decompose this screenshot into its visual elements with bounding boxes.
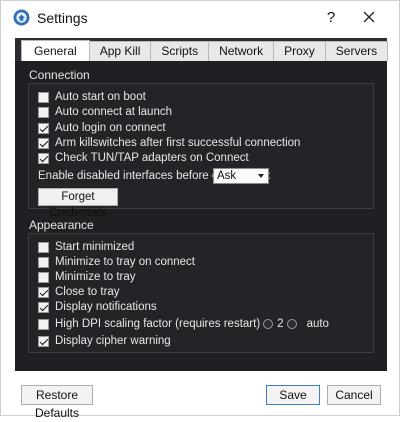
help-button[interactable]: ? <box>319 5 343 31</box>
tab-proxy[interactable]: Proxy <box>273 41 326 61</box>
display-notifications-label: Display notifications <box>55 301 157 313</box>
dpi-option-2-label: 2 <box>277 318 284 330</box>
minimize-tray-connect-checkbox[interactable] <box>38 256 49 268</box>
option-auto-connect[interactable]: Auto connect at launch <box>38 105 172 119</box>
forget-credentials-button[interactable]: Forget Credentials <box>38 188 118 219</box>
option-high-dpi[interactable]: High DPI scaling factor (requires restar… <box>38 317 329 331</box>
app-logo-icon <box>13 9 30 26</box>
start-minimized-checkbox[interactable] <box>38 241 49 253</box>
check-tun-tap-checkbox[interactable] <box>38 152 49 164</box>
settings-window: Settings ? General App Kill Scripts Netw… <box>0 0 400 420</box>
close-to-tray-label: Close to tray <box>55 286 120 298</box>
arm-killswitches-checkbox[interactable] <box>38 137 49 149</box>
dpi-option-auto-label: auto <box>306 318 329 330</box>
close-icon <box>363 11 375 23</box>
option-arm-killswitches[interactable]: Arm killswitches after first successful … <box>38 136 300 150</box>
high-dpi-checkbox[interactable] <box>38 318 49 330</box>
title-bar: Settings ? <box>1 1 399 35</box>
minimize-tray-connect-label: Minimize to tray on connect <box>55 256 195 268</box>
cipher-warning-label: Display cipher warning <box>55 335 171 347</box>
cancel-button[interactable]: Cancel <box>327 385 381 405</box>
display-notifications-checkbox[interactable] <box>38 301 49 313</box>
dpi-radio-auto[interactable] <box>286 319 297 329</box>
dpi-radio-2[interactable] <box>263 319 274 329</box>
chevron-down-icon <box>258 174 264 178</box>
option-display-notifications[interactable]: Display notifications <box>38 300 157 314</box>
minimize-tray-checkbox[interactable] <box>38 271 49 283</box>
interfaces-select[interactable]: Ask <box>213 168 269 184</box>
close-button[interactable] <box>355 5 383 31</box>
tab-scripts[interactable]: Scripts <box>150 41 210 61</box>
option-close-to-tray[interactable]: Close to tray <box>38 285 120 299</box>
tab-general[interactable]: General <box>21 40 90 61</box>
check-tun-tap-label: Check TUN/TAP adapters on Connect <box>55 152 249 164</box>
tab-bar: General App Kill Scripts Network Proxy S… <box>21 40 389 61</box>
auto-login-label: Auto login on connect <box>55 122 166 134</box>
option-minimize-tray-connect[interactable]: Minimize to tray on connect <box>38 255 195 269</box>
minimize-tray-label: Minimize to tray <box>55 271 136 283</box>
auto-login-checkbox[interactable] <box>38 122 49 134</box>
option-minimize-tray[interactable]: Minimize to tray <box>38 270 136 284</box>
start-minimized-label: Start minimized <box>55 241 135 253</box>
connection-section-title: Connection <box>29 68 90 82</box>
window-title: Settings <box>37 10 88 26</box>
auto-connect-checkbox[interactable] <box>38 106 49 118</box>
high-dpi-label: High DPI scaling factor (requires restar… <box>55 318 261 330</box>
interfaces-select-value: Ask <box>217 170 237 182</box>
option-start-minimized[interactable]: Start minimized <box>38 240 134 254</box>
auto-start-label: Auto start on boot <box>55 91 146 103</box>
restore-defaults-button[interactable]: Restore Defaults <box>21 385 93 420</box>
tab-servers[interactable]: Servers <box>324 41 389 61</box>
tab-network[interactable]: Network <box>208 41 275 61</box>
tab-app-kill[interactable]: App Kill <box>88 41 152 61</box>
cipher-warning-checkbox[interactable] <box>38 335 49 347</box>
appearance-section-title: Appearance <box>29 218 94 232</box>
option-auto-start[interactable]: Auto start on boot <box>38 90 146 104</box>
arm-killswitches-label: Arm killswitches after first successful … <box>55 137 301 149</box>
close-to-tray-checkbox[interactable] <box>38 286 49 298</box>
option-cipher-warning[interactable]: Display cipher warning <box>38 334 171 348</box>
auto-start-checkbox[interactable] <box>38 91 49 103</box>
save-button[interactable]: Save <box>266 385 320 405</box>
option-check-tun-tap[interactable]: Check TUN/TAP adapters on Connect <box>38 151 249 165</box>
auto-connect-label: Auto connect at launch <box>55 106 172 118</box>
option-auto-login[interactable]: Auto login on connect <box>38 121 166 135</box>
